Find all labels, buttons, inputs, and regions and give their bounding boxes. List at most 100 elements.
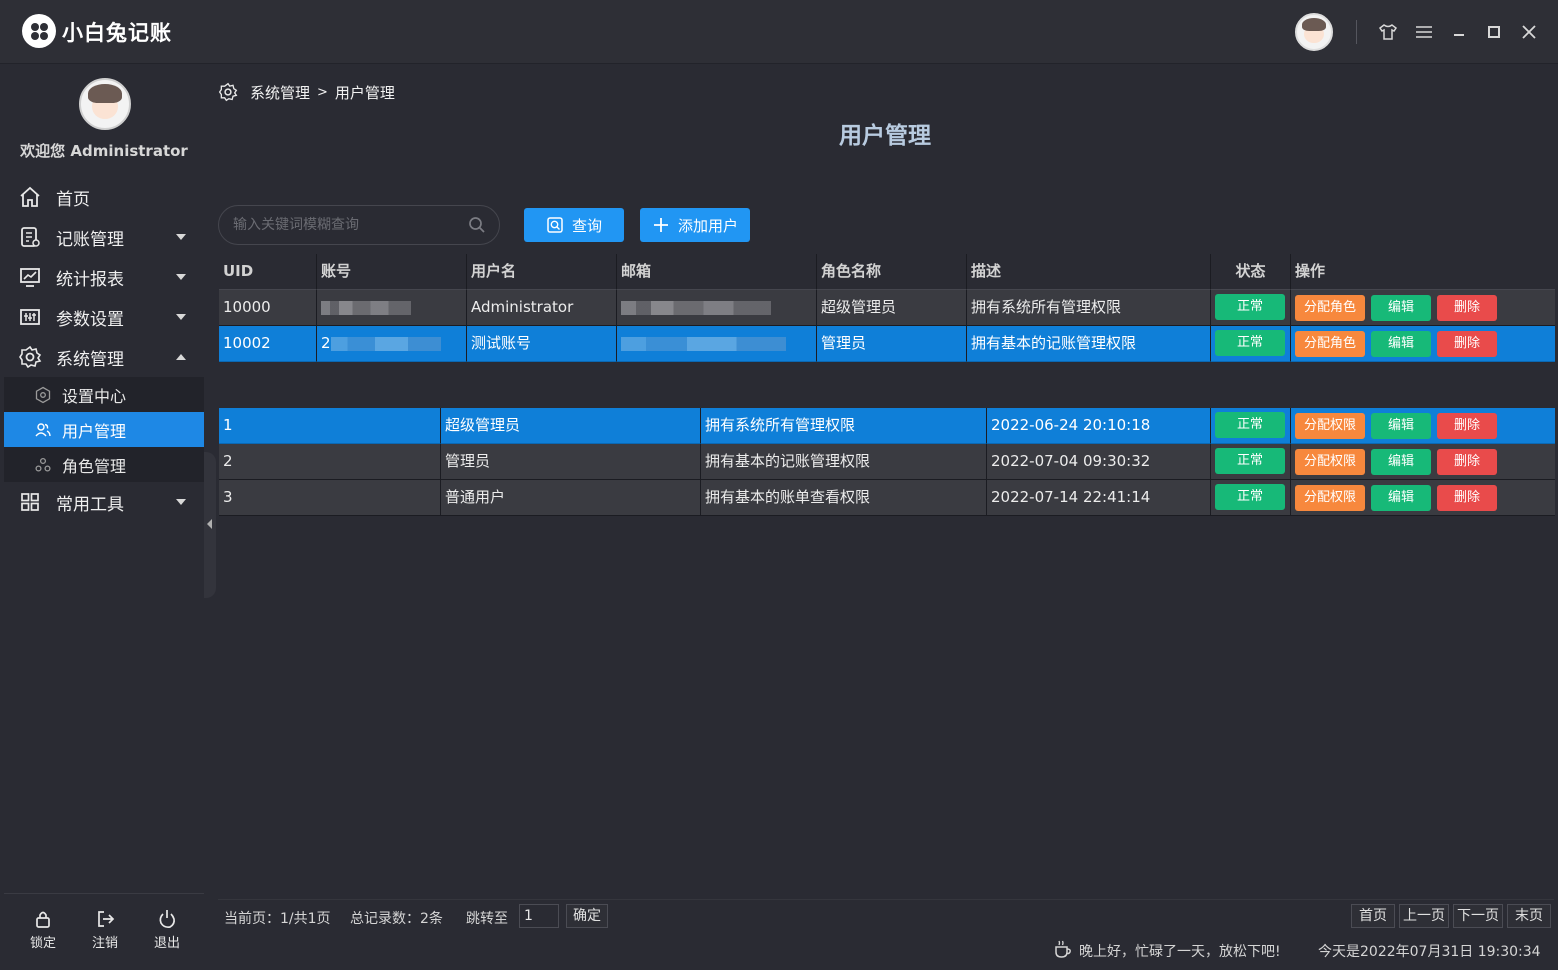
redacted-email	[621, 336, 786, 351]
table-row[interactable]: 1 超级管理员 拥有系统所有管理权限 2022-06-24 20:10:18 正…	[219, 408, 1555, 444]
status-badge[interactable]: 正常	[1215, 330, 1285, 356]
cell-created-time: 2022-07-04 09:30:32	[987, 444, 1211, 480]
table-row[interactable]: 3 普通用户 拥有基本的账单查看权限 2022-07-14 22:41:14 正…	[219, 480, 1555, 516]
sidebar-item-tools[interactable]: 常用工具	[4, 482, 204, 522]
header-username[interactable]: 用户名	[467, 254, 617, 290]
sidebar-bottom-bar: 锁定 注销 退出	[4, 893, 204, 970]
gear-icon	[19, 345, 42, 369]
header-status[interactable]: 状态	[1211, 254, 1291, 290]
edit-button[interactable]: 编辑	[1371, 412, 1431, 439]
submenu-item-users[interactable]: 用户管理	[4, 412, 204, 447]
status-badge[interactable]: 正常	[1215, 484, 1285, 510]
cell-role-description: 拥有基本的账单查看权限	[701, 480, 987, 516]
cell-role-name: 普通用户	[441, 480, 701, 516]
header-account[interactable]: 账号	[317, 254, 467, 290]
add-user-label: 添加用户	[677, 216, 738, 235]
first-page-button[interactable]: 首页	[1351, 904, 1395, 928]
edit-button[interactable]: 编辑	[1371, 330, 1431, 357]
delete-button[interactable]: 删除	[1437, 294, 1497, 321]
sidebar-item-ledger[interactable]: 记账管理	[4, 217, 204, 257]
cell-actions: 分配角色 编辑 删除	[1291, 326, 1555, 362]
submenu-item-roles[interactable]: 角色管理	[4, 447, 204, 482]
user-avatar[interactable]	[1295, 13, 1333, 51]
breadcrumb-parent[interactable]: 系统管理	[250, 82, 310, 103]
welcome-text: 欢迎您 Administrator	[20, 142, 188, 160]
cell-email	[617, 326, 817, 362]
sidebar-item-system[interactable]: 系统管理	[4, 337, 204, 377]
cell-uid: 10002	[219, 326, 317, 362]
maximize-icon	[1488, 26, 1500, 38]
status-badge[interactable]: 正常	[1215, 448, 1285, 474]
cell-account: 2	[317, 326, 467, 362]
delete-button[interactable]: 删除	[1437, 412, 1497, 439]
cell-description: 拥有系统所有管理权限	[967, 290, 1211, 326]
sidebar-item-reports[interactable]: 统计报表	[4, 257, 204, 297]
cell-status: 正常	[1211, 408, 1291, 444]
users-header-row: UID 账号 用户名 邮箱 角色名称 描述 状态 操作	[219, 254, 1555, 290]
chart-icon	[20, 268, 40, 287]
close-button[interactable]	[1515, 18, 1543, 46]
cell-status: 正常	[1211, 480, 1291, 516]
jump-page-input[interactable]	[519, 904, 559, 928]
edit-button[interactable]: 编辑	[1371, 448, 1431, 475]
hamburger-icon	[1416, 26, 1432, 38]
jump-confirm-button[interactable]: 确定	[566, 904, 608, 928]
sidebar-item-label: 首页	[56, 189, 90, 210]
assign-role-button[interactable]: 分配角色	[1295, 330, 1365, 357]
breadcrumb-separator: >	[317, 84, 328, 100]
submenu-item-label: 角色管理	[62, 456, 127, 476]
table-row[interactable]: 2 管理员 拥有基本的记账管理权限 2022-07-04 09:30:32 正常…	[219, 444, 1555, 480]
menu-button[interactable]	[1410, 18, 1438, 46]
query-button[interactable]: 查询	[524, 208, 624, 242]
power-icon	[159, 910, 176, 929]
last-page-button[interactable]: 末页	[1507, 904, 1551, 928]
cell-role-id: 2	[219, 444, 441, 480]
logout-button[interactable]: 注销	[79, 908, 131, 951]
chevron-down-icon	[176, 314, 186, 320]
prev-page-button[interactable]: 上一页	[1399, 904, 1449, 928]
header-role[interactable]: 角色名称	[817, 254, 967, 290]
close-icon	[1522, 25, 1536, 39]
exit-button[interactable]: 退出	[141, 908, 193, 951]
sidebar-item-params[interactable]: 参数设置	[4, 297, 204, 337]
header-email[interactable]: 邮箱	[617, 254, 817, 290]
sidebar-item-home[interactable]: 首页	[4, 177, 204, 217]
sidebar-avatar[interactable]	[79, 78, 131, 130]
cell-actions: 分配权限 编辑 删除	[1291, 444, 1555, 480]
add-user-button[interactable]: 添加用户	[640, 208, 750, 242]
search-icon[interactable]	[468, 216, 486, 234]
sidebar: 欢迎您 Administrator 首页 记账管理 统计报表 参数设置 系统管理…	[4, 64, 204, 970]
edit-button[interactable]: 编辑	[1371, 484, 1431, 511]
assign-permission-button[interactable]: 分配权限	[1295, 412, 1365, 439]
header-description[interactable]: 描述	[967, 254, 1211, 290]
delete-button[interactable]: 删除	[1437, 448, 1497, 475]
edit-button[interactable]: 编辑	[1371, 294, 1431, 321]
title-bar: 小白兔记账	[0, 0, 1558, 64]
status-badge[interactable]: 正常	[1215, 294, 1285, 320]
header-uid[interactable]: UID	[219, 254, 317, 290]
assign-permission-button[interactable]: 分配权限	[1295, 448, 1365, 475]
status-badge[interactable]: 正常	[1215, 412, 1285, 438]
sidebar-collapse-handle[interactable]	[204, 452, 216, 598]
query-label: 查询	[571, 216, 602, 235]
chevron-down-icon	[176, 499, 186, 505]
table-row[interactable]: 10002 2 测试账号 管理员 拥有基本的记账管理权限 正常 分配角色 编辑 …	[219, 326, 1555, 362]
delete-button[interactable]: 删除	[1437, 484, 1497, 511]
assign-permission-button[interactable]: 分配权限	[1295, 484, 1365, 511]
titlebar-divider	[1356, 20, 1357, 44]
minimize-button[interactable]	[1445, 18, 1473, 46]
cell-actions: 分配权限 编辑 删除	[1291, 408, 1555, 444]
logout-icon	[98, 911, 115, 927]
lock-button[interactable]: 锁定	[17, 908, 69, 951]
table-row[interactable]: 10000 Administrator 超级管理员 拥有系统所有管理权限 正常 …	[219, 290, 1555, 326]
search-input[interactable]	[218, 205, 500, 245]
delete-button[interactable]: 删除	[1437, 330, 1497, 357]
skin-button[interactable]	[1374, 18, 1402, 46]
maximize-button[interactable]	[1480, 18, 1508, 46]
cell-role-id: 1	[219, 408, 441, 444]
assign-role-button[interactable]: 分配角色	[1295, 294, 1365, 321]
next-page-button[interactable]: 下一页	[1453, 904, 1503, 928]
submenu-item-settings[interactable]: 设置中心	[4, 377, 204, 412]
home-icon	[20, 186, 40, 207]
total-records-text: 总记录数：2条	[350, 911, 443, 927]
